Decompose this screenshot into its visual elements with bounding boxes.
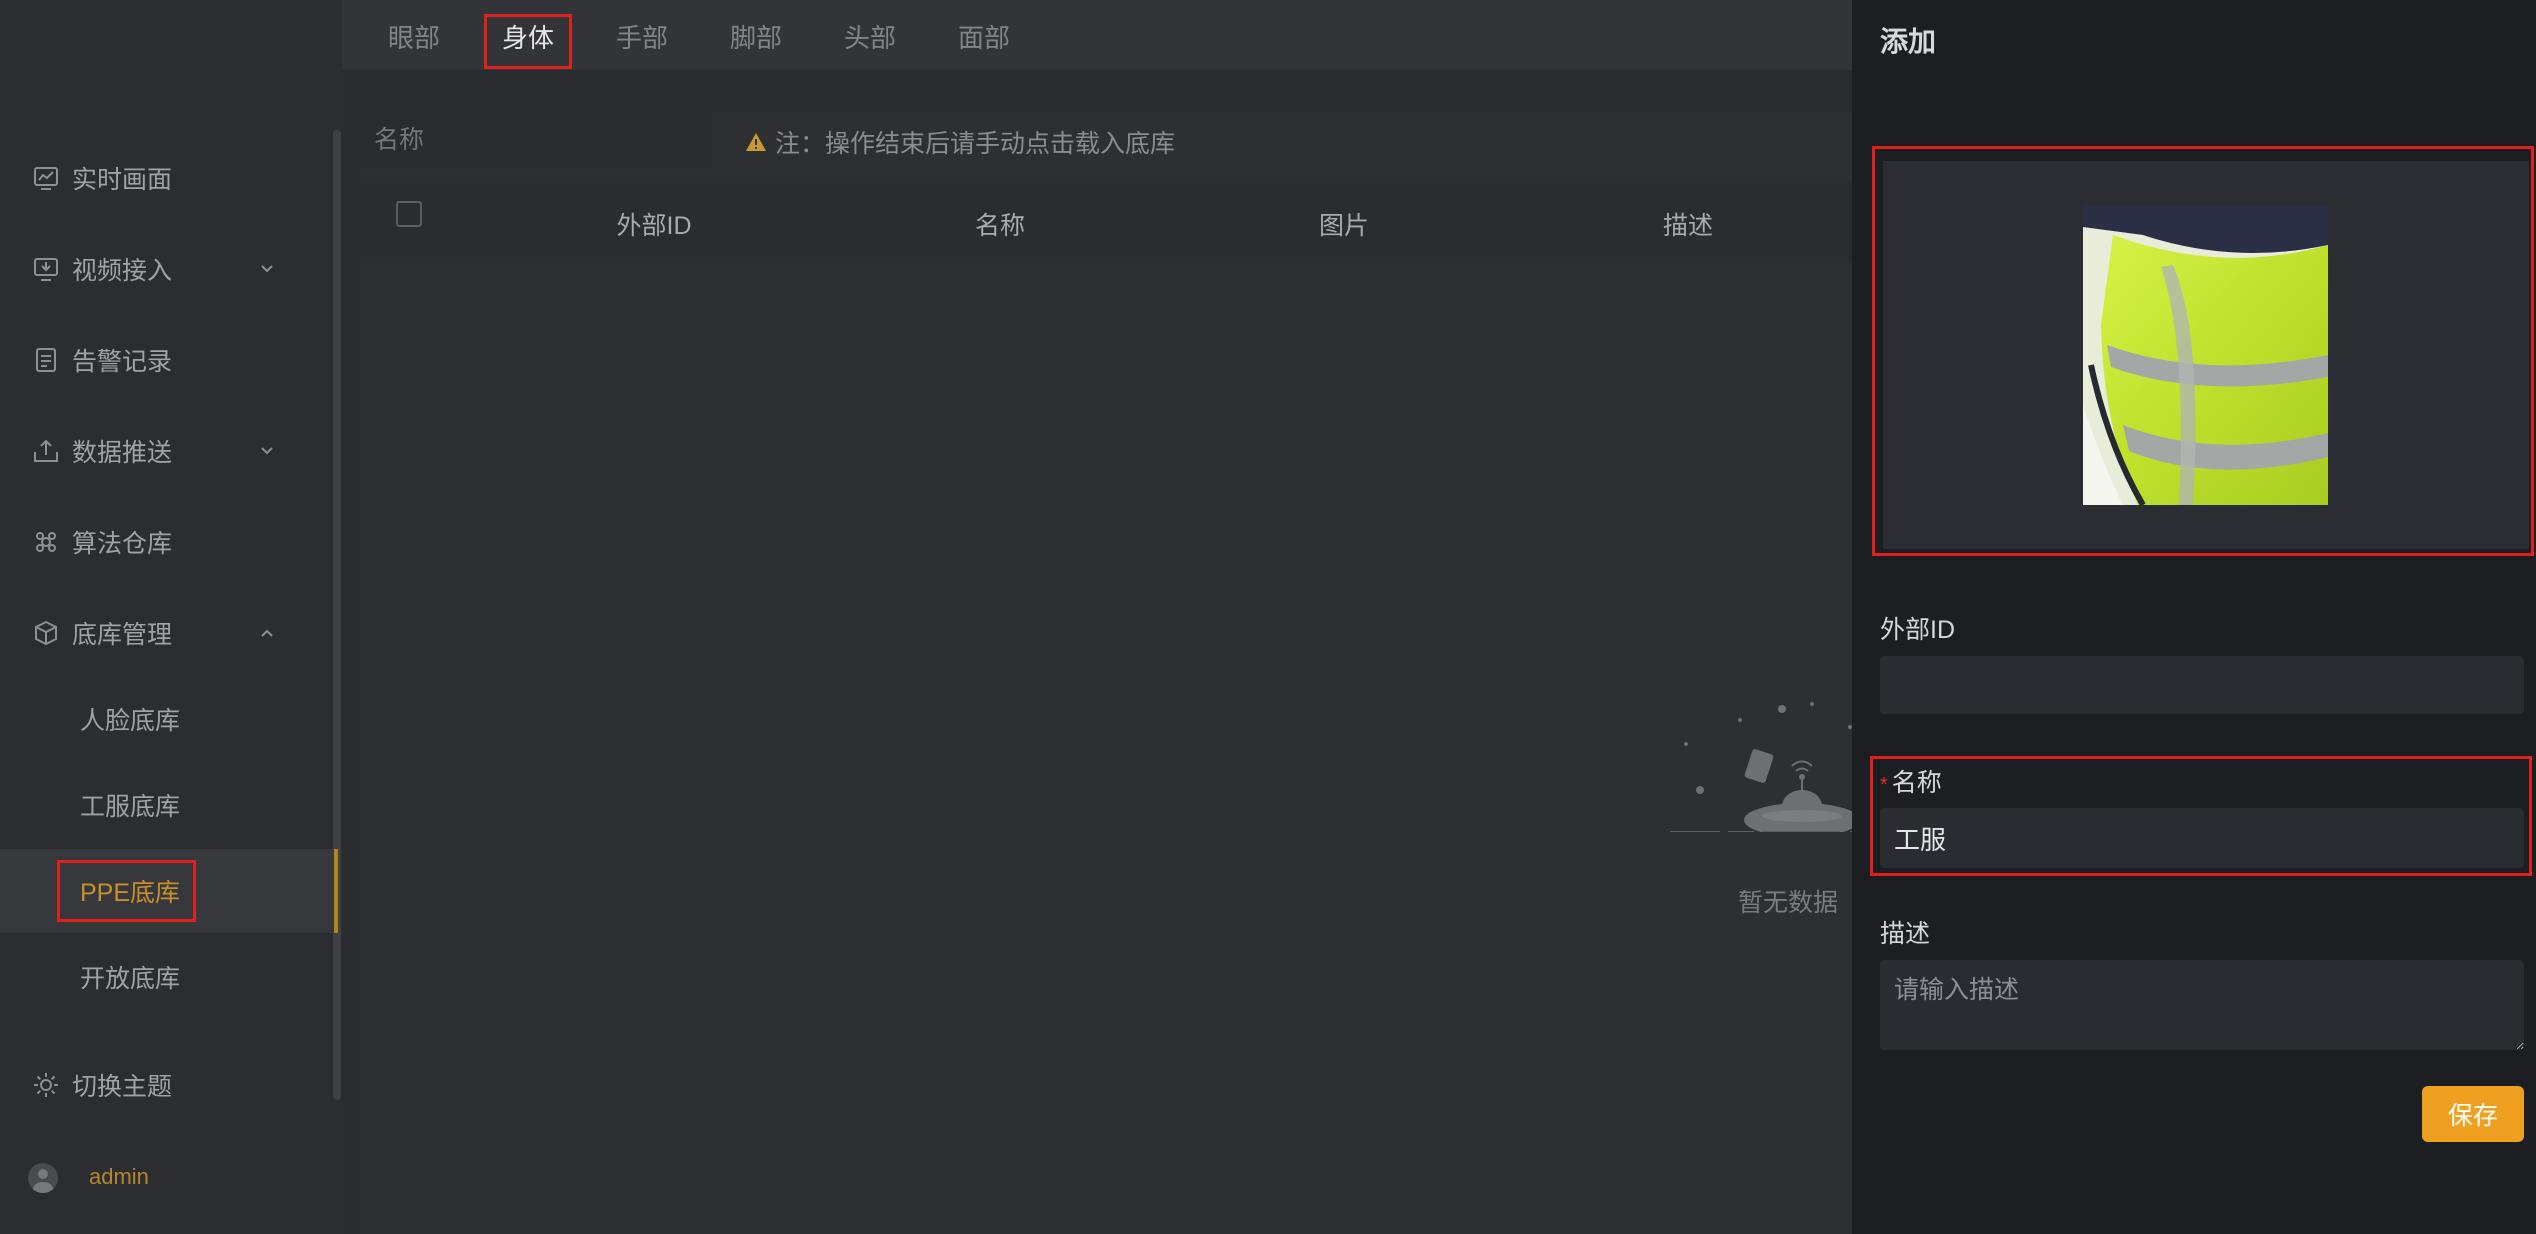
name-label: * 名称	[1880, 763, 1942, 799]
description-textarea[interactable]	[1880, 960, 2524, 1050]
cube-icon	[35, 620, 57, 646]
warning-icon	[746, 133, 766, 151]
monitor-chart-icon	[34, 167, 58, 190]
notice: 注：操作结束后请手动点击载入底库	[745, 124, 1175, 160]
sidebar-subitem-label: 工服底库	[80, 793, 181, 821]
sidebar: 实时画面 视频接入 告警记录 数据推送 算法仓库 底库管理 人脸底库 工服底库 …	[0, 0, 342, 1234]
sidebar-item-label: 底库管理	[72, 621, 173, 649]
sun-icon	[34, 1073, 58, 1097]
uploaded-vest-image	[2083, 205, 2328, 505]
description-label: 描述	[1880, 920, 1931, 948]
sidebar-subitem-open[interactable]: 开放底库	[0, 935, 334, 1019]
image-preview-container	[1883, 161, 2529, 549]
sidebar-subitem-label: PPE底库	[80, 879, 181, 907]
column-header-image: 图片	[1318, 212, 1370, 240]
tab-head[interactable]: 头部	[844, 18, 896, 55]
sidebar-item-label: 实时画面	[72, 166, 173, 194]
sidebar-item-label: 数据推送	[72, 439, 173, 467]
sidebar-item-video[interactable]: 视频接入	[0, 234, 330, 304]
column-header-description: 描述	[1662, 212, 1714, 240]
sidebar-subitem-label: 开放底库	[80, 965, 181, 993]
upload-icon	[34, 439, 58, 462]
sidebar-subitem-face[interactable]: 人脸底库	[0, 677, 334, 761]
library-panel: 注：操作结束后请手动点击载入底库 外部ID 名称 图片 描述	[360, 112, 1852, 1234]
external-id-input[interactable]	[1880, 656, 2524, 714]
user-menu[interactable]: admin	[0, 1150, 330, 1204]
add-drawer: 添加 外部ID * 名称 工服 描述 请输入描述 保存	[1852, 0, 2536, 1234]
drawer-title: 添加	[1880, 26, 1937, 57]
name-label-text: 名称	[1891, 769, 1942, 797]
sidebar-item-library[interactable]: 底库管理	[0, 598, 330, 668]
chevron-up-icon	[261, 629, 273, 637]
table-header: 外部ID 名称 图片 描述	[360, 182, 1852, 262]
category-tabs: 眼部 身体 手部 脚部 头部 面部	[342, 0, 1852, 70]
column-header-name: 名称	[974, 212, 1026, 240]
sidebar-scrollbar[interactable]	[333, 130, 341, 1100]
sidebar-item-algorithm[interactable]: 算法仓库	[0, 507, 330, 577]
avatar	[28, 1163, 58, 1193]
column-header-external-id: 外部ID	[616, 212, 692, 240]
sidebar-item-label: 视频接入	[72, 257, 173, 285]
sidebar-item-label: 算法仓库	[72, 530, 173, 558]
external-id-label: 外部ID	[1880, 616, 1956, 644]
user-name: admin	[89, 1164, 149, 1189]
tab-foot[interactable]: 脚部	[730, 18, 782, 55]
sidebar-item-label: 告警记录	[72, 348, 173, 376]
chevron-down-icon	[261, 265, 273, 273]
tab-eye[interactable]: 眼部	[388, 18, 440, 55]
save-button[interactable]: 保存	[2422, 1086, 2524, 1142]
alarm-list-icon	[36, 348, 56, 372]
sidebar-subitem-ppe[interactable]: PPE底库	[0, 849, 338, 933]
sidebar-item-push[interactable]: 数据推送	[0, 416, 330, 486]
sidebar-item-alarm[interactable]: 告警记录	[0, 325, 330, 395]
sidebar-subitem-uniform[interactable]: 工服底库	[0, 763, 334, 847]
sidebar-item-realtime[interactable]: 实时画面	[0, 143, 330, 213]
video-input-icon	[34, 258, 58, 281]
notice-text: 注：操作结束后请手动点击载入底库	[775, 130, 1176, 158]
annotation-highlight-box	[484, 14, 572, 69]
main-content: 眼部 身体 手部 脚部 头部 面部 注：操作结束后请手动点击载入底库 外部ID …	[342, 0, 1908, 1234]
tab-hand[interactable]: 手部	[616, 18, 668, 55]
user-avatar-icon	[33, 1169, 53, 1193]
search-input[interactable]	[360, 112, 712, 168]
sidebar-subitem-label: 人脸底库	[80, 707, 181, 735]
empty-state-text: 暂无数据	[1738, 889, 1839, 917]
tab-face[interactable]: 面部	[958, 18, 1010, 55]
theme-switch-label: 切换主题	[72, 1073, 173, 1101]
theme-switch[interactable]: 切换主题	[0, 1050, 330, 1120]
algorithm-icon	[36, 532, 56, 552]
image-upload-area[interactable]	[1872, 146, 2534, 556]
name-input[interactable]	[1880, 808, 2524, 868]
select-all-checkbox[interactable]	[396, 201, 422, 227]
required-asterisk: *	[1880, 774, 1888, 796]
chevron-down-icon	[261, 447, 273, 455]
